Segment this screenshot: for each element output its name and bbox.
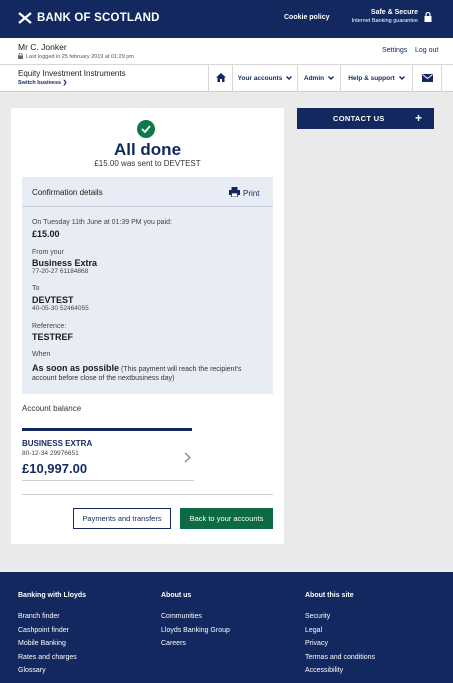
- lock-icon: [424, 11, 432, 22]
- nav-help-support[interactable]: Help & support: [340, 65, 412, 92]
- nav-admin[interactable]: Admin: [297, 65, 340, 92]
- confirmation-heading: Confirmation details: [32, 188, 103, 197]
- plus-icon: +: [415, 111, 423, 125]
- chevron-right-icon: ❯: [62, 80, 68, 86]
- nav-your-accounts[interactable]: Your accounts: [232, 65, 297, 92]
- nav-help-label: Help & support: [348, 75, 395, 82]
- confirmation-header: Confirmation details Print: [22, 177, 273, 207]
- footer-heading: About this site: [305, 592, 354, 599]
- brand-name: BANK OF SCOTLAND: [37, 12, 160, 24]
- last-logged-in: Last logged in 25 february 2019 at 01:29…: [18, 52, 134, 61]
- chevron-down-icon: [328, 75, 335, 82]
- brand-logo[interactable]: BANK OF SCOTLAND: [18, 12, 160, 24]
- footer-link[interactable]: Privacy: [305, 640, 375, 654]
- result-title: All done: [113, 140, 182, 159]
- contact-us-label: CONTACT US: [333, 114, 385, 123]
- account-balance-label: Account balance: [22, 404, 82, 413]
- footer-link[interactable]: Termas and conditions: [305, 654, 375, 668]
- switch-business-link[interactable]: Switch business ❯: [18, 80, 67, 86]
- chevron-right-icon[interactable]: [184, 452, 192, 465]
- last-logged-text: Last logged in 25 february 2019 at 01:29…: [26, 54, 134, 60]
- footer: Banking with Lloyds Branch finder Cashpo…: [0, 572, 453, 683]
- small-lock-icon: [18, 52, 23, 61]
- to-label: To: [32, 285, 40, 292]
- from-details: 77-20-27 61184868: [32, 268, 89, 275]
- from-account: Business Extra: [32, 258, 98, 268]
- saltire-icon: [18, 12, 32, 24]
- paid-label: On Tuesday 11th June at 01:39 PM you pai…: [32, 219, 172, 226]
- back-to-accounts-button[interactable]: Back to your accounts: [180, 508, 273, 529]
- paid-amount: £15.00: [32, 229, 60, 239]
- nav-admin-label: Admin: [303, 75, 325, 82]
- success-check-icon: [137, 120, 155, 138]
- footer-column-banking: Banking with Lloyds Branch finder Cashpo…: [18, 592, 86, 681]
- safe-secure-link[interactable]: Safe & Secure Internet Banking guarantee: [344, 9, 418, 24]
- nav-home[interactable]: [208, 65, 232, 92]
- switch-business-label: Switch business: [18, 80, 62, 86]
- footer-link[interactable]: Mobile Banking: [18, 640, 86, 654]
- footer-heading: Banking with Lloyds: [18, 592, 87, 599]
- business-name: Equity Investment Instruments: [18, 69, 126, 78]
- result-message: £15.00 was sent to DEVTEST: [94, 159, 201, 168]
- divider: [22, 494, 273, 495]
- safe-secure-title: Safe & Secure: [370, 9, 418, 16]
- when-label: When: [32, 351, 51, 358]
- reference-label: Reference:: [32, 323, 67, 330]
- footer-link[interactable]: Lloyds Banking Group: [161, 627, 230, 641]
- confirmation-details-panel: Confirmation details Print On Tuesday 11…: [22, 177, 273, 394]
- footer-link[interactable]: Cashpoint finder: [18, 627, 86, 641]
- footer-link[interactable]: Legal: [305, 627, 375, 641]
- reference-value: TESTREF: [32, 332, 74, 342]
- nav-your-accounts-label: Your accounts: [237, 75, 283, 82]
- footer-column-about-site: About this site Security Legal Privacy T…: [305, 592, 375, 681]
- when-value: As soon as possible (This payment will r…: [32, 364, 267, 383]
- from-label: From your: [32, 249, 64, 256]
- payments-transfers-button[interactable]: Payments and transfers: [73, 508, 171, 529]
- footer-link[interactable]: Rates and charges: [18, 654, 86, 668]
- cookie-policy-link[interactable]: Cookie policy: [284, 14, 330, 21]
- user-bar: Mr C. Jonker Last logged in 25 february …: [0, 38, 453, 65]
- footer-link[interactable]: Branch finder: [18, 613, 86, 627]
- nav-messages[interactable]: [412, 65, 442, 92]
- chevron-down-icon: [398, 75, 405, 82]
- printer-icon: [229, 187, 240, 199]
- account-details: 80-12-34 29976651: [22, 450, 79, 457]
- safe-secure-subtitle: Internet Banking guarantee: [351, 18, 418, 24]
- to-details: 40-05-30 52464055: [32, 305, 89, 312]
- logout-link[interactable]: Log out: [415, 47, 438, 54]
- footer-link[interactable]: Glossary: [18, 667, 86, 681]
- user-name: Mr C. Jonker: [18, 42, 67, 52]
- when-timing: As soon as possible: [32, 363, 120, 373]
- business-bar: Equity Investment Instruments Switch bus…: [0, 65, 453, 92]
- contact-us-button[interactable]: CONTACT US +: [297, 108, 434, 129]
- footer-link[interactable]: Careers: [161, 640, 230, 654]
- divider: [22, 480, 194, 481]
- footer-link[interactable]: Security: [305, 613, 375, 627]
- chevron-down-icon: [286, 75, 293, 82]
- top-bar: BANK OF SCOTLAND Cookie policy Safe & Se…: [0, 0, 453, 38]
- account-balance-amount: £10,997.00: [22, 461, 88, 476]
- footer-column-about-us: About us Communities Lloyds Banking Grou…: [161, 592, 230, 654]
- home-icon: [215, 73, 226, 84]
- to-name: DEVTEST: [32, 295, 74, 305]
- print-label: Print: [243, 188, 260, 198]
- print-button[interactable]: Print: [229, 187, 259, 199]
- settings-link[interactable]: Settings: [382, 47, 407, 54]
- account-name: BUSINESS EXTRA: [22, 439, 93, 448]
- footer-link[interactable]: Communities: [161, 613, 230, 627]
- envelope-icon: [421, 73, 433, 84]
- footer-link[interactable]: Accessibility: [305, 667, 375, 681]
- footer-heading: About us: [161, 592, 192, 599]
- account-balance-tile[interactable]: BUSINESS EXTRA 80-12-34 29976651 £10,997…: [22, 428, 192, 480]
